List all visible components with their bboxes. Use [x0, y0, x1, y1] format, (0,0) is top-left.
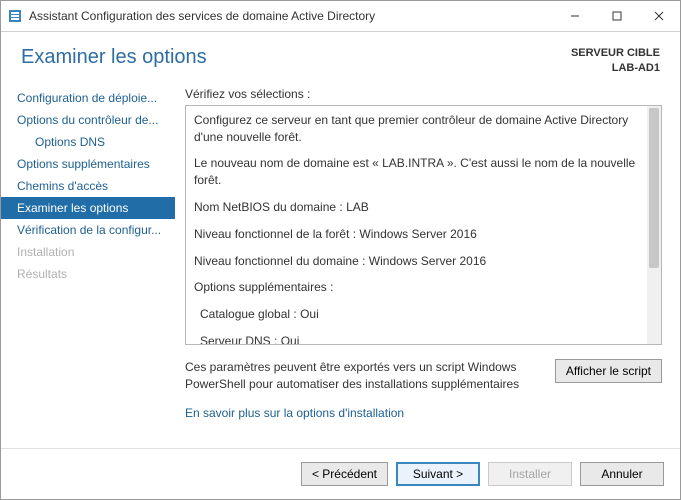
sidebar-item-install: Installation [1, 241, 175, 263]
sidebar-item-label: Examiner les options [17, 201, 128, 215]
close-button[interactable] [638, 1, 680, 31]
header: Examiner les options SERVEUR CIBLE LAB-A… [1, 32, 680, 87]
review-line: Options supplémentaires : [194, 279, 639, 296]
target-server-block: SERVEUR CIBLE LAB-AD1 [571, 46, 660, 77]
sidebar-item-prereq[interactable]: Vérification de la configur... [1, 219, 175, 241]
review-box: Configurez ce serveur en tant que premie… [185, 105, 662, 345]
wizard-window: Assistant Configuration des services de … [0, 0, 681, 500]
review-line: Catalogue global : Oui [194, 306, 639, 323]
review-text[interactable]: Configurez ce serveur en tant que premie… [186, 106, 647, 344]
sidebar-item-dns-options[interactable]: Options DNS [1, 131, 175, 153]
sidebar-item-dc-options[interactable]: Options du contrôleur de... [1, 109, 175, 131]
sidebar-item-label: Options du contrôleur de... [17, 113, 158, 127]
review-line: Serveur DNS : Oui [194, 333, 639, 344]
sidebar-item-results: Résultats [1, 263, 175, 285]
review-scrollbar[interactable] [647, 106, 661, 344]
export-text: Ces paramètres peuvent être exportés ver… [185, 359, 545, 393]
export-row: Ces paramètres peuvent être exportés ver… [185, 359, 662, 393]
learn-more-link[interactable]: En savoir plus sur la options d'installa… [185, 406, 662, 420]
install-button: Installer [488, 462, 572, 486]
maximize-button[interactable] [596, 1, 638, 31]
target-server-value: LAB-AD1 [571, 61, 660, 76]
review-line: Le nouveau nom de domaine est « LAB.INTR… [194, 155, 639, 189]
sidebar-item-label: Vérification de la configur... [17, 223, 161, 237]
sidebar-item-label: Résultats [17, 267, 67, 281]
verify-label: Vérifiez vos sélections : [185, 87, 662, 101]
review-line: Configurez ce serveur en tant que premie… [194, 112, 639, 146]
titlebar: Assistant Configuration des services de … [1, 1, 680, 32]
sidebar: Configuration de déploie... Options du co… [1, 87, 175, 448]
sidebar-item-paths[interactable]: Chemins d'accès [1, 175, 175, 197]
cancel-button[interactable]: Annuler [580, 462, 664, 486]
footer: < Précédent Suivant > Installer Annuler [1, 448, 680, 499]
sidebar-item-additional[interactable]: Options supplémentaires [1, 153, 175, 175]
minimize-button[interactable] [554, 1, 596, 31]
sidebar-item-deployment[interactable]: Configuration de déploie... [1, 87, 175, 109]
sidebar-item-review[interactable]: Examiner les options [1, 197, 175, 219]
sidebar-item-label: Options supplémentaires [17, 157, 150, 171]
content: Vérifiez vos sélections : Configurez ce … [175, 87, 680, 448]
sidebar-item-label: Installation [17, 245, 74, 259]
page-title: Examiner les options [21, 46, 571, 69]
target-server-label: SERVEUR CIBLE [571, 46, 660, 61]
body: Configuration de déploie... Options du co… [1, 87, 680, 448]
review-line: Niveau fonctionnel de la forêt : Windows… [194, 226, 639, 243]
next-button[interactable]: Suivant > [396, 462, 480, 486]
sidebar-item-label: Chemins d'accès [17, 179, 108, 193]
sidebar-item-label: Configuration de déploie... [17, 91, 157, 105]
review-line: Nom NetBIOS du domaine : LAB [194, 199, 639, 216]
scrollbar-thumb[interactable] [649, 108, 659, 268]
window-title: Assistant Configuration des services de … [29, 9, 375, 23]
app-icon [7, 8, 23, 24]
previous-button[interactable]: < Précédent [301, 462, 388, 486]
sidebar-item-label: Options DNS [35, 135, 105, 149]
review-line: Niveau fonctionnel du domaine : Windows … [194, 253, 639, 270]
view-script-button[interactable]: Afficher le script [555, 359, 662, 383]
